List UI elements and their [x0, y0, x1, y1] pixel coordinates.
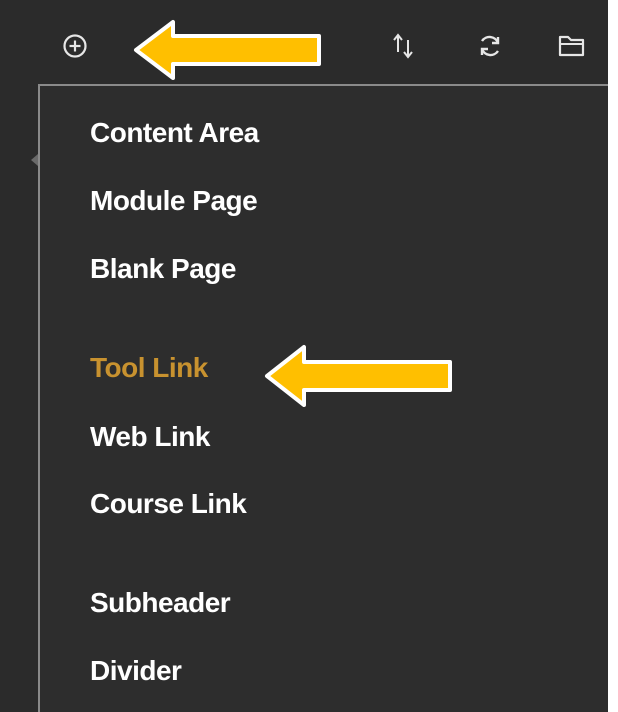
reorder-button[interactable]	[383, 26, 423, 66]
menu-item-module-page[interactable]: Module Page	[90, 179, 258, 223]
course-menu-panel: Content Area Module Page Blank Page Tool…	[0, 0, 608, 712]
plus-circle-icon	[63, 34, 87, 58]
collapse-tick	[31, 154, 38, 166]
menu-item-blank-page[interactable]: Blank Page	[90, 247, 236, 291]
menu-item-tool-link[interactable]: Tool Link	[90, 346, 208, 390]
menu-item-subheader[interactable]: Subheader	[90, 581, 231, 625]
manage-folders-button[interactable]	[552, 26, 592, 66]
menu-item-web-link[interactable]: Web Link	[90, 415, 210, 459]
menu-item-content-area[interactable]: Content Area	[90, 111, 259, 155]
add-menu-item-button[interactable]	[55, 26, 95, 66]
course-menu-toolbar	[0, 0, 608, 84]
folder-icon	[558, 35, 585, 57]
refresh-button[interactable]	[470, 26, 510, 66]
menu-item-course-link[interactable]: Course Link	[90, 482, 247, 526]
add-menu-item-dropdown: Content Area Module Page Blank Page Tool…	[38, 84, 608, 712]
refresh-icon	[480, 35, 500, 57]
reorder-icon	[393, 33, 413, 59]
page-edge	[608, 0, 618, 712]
menu-item-divider[interactable]: Divider	[90, 649, 182, 693]
